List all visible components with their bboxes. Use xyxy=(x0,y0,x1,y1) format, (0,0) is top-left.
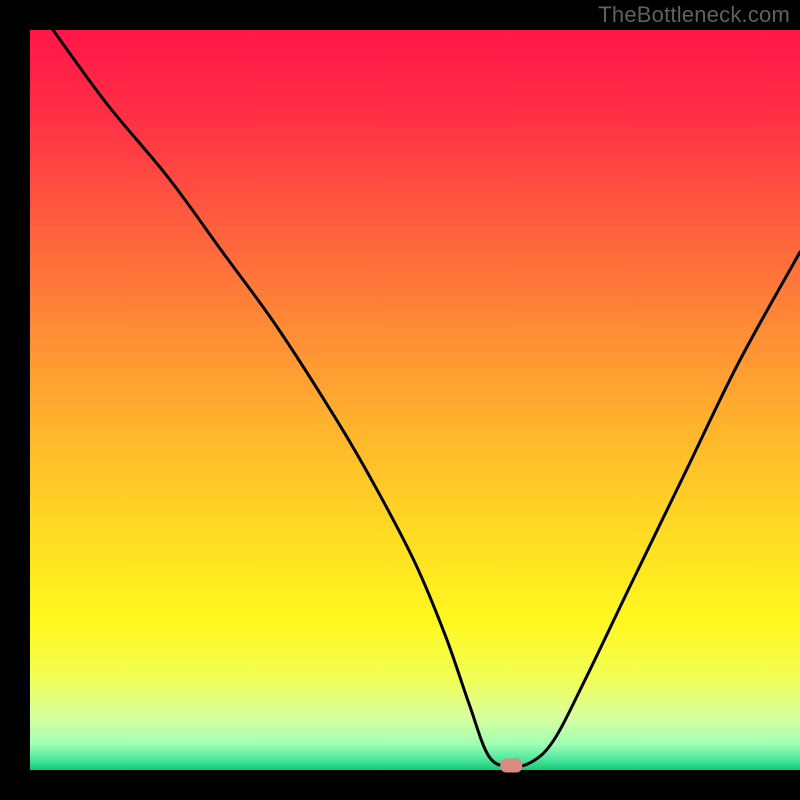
gradient-background xyxy=(30,30,800,770)
bottleneck-chart xyxy=(0,0,800,800)
chart-frame: TheBottleneck.com xyxy=(0,0,800,800)
optimal-marker xyxy=(500,759,522,773)
watermark-text: TheBottleneck.com xyxy=(598,2,790,28)
